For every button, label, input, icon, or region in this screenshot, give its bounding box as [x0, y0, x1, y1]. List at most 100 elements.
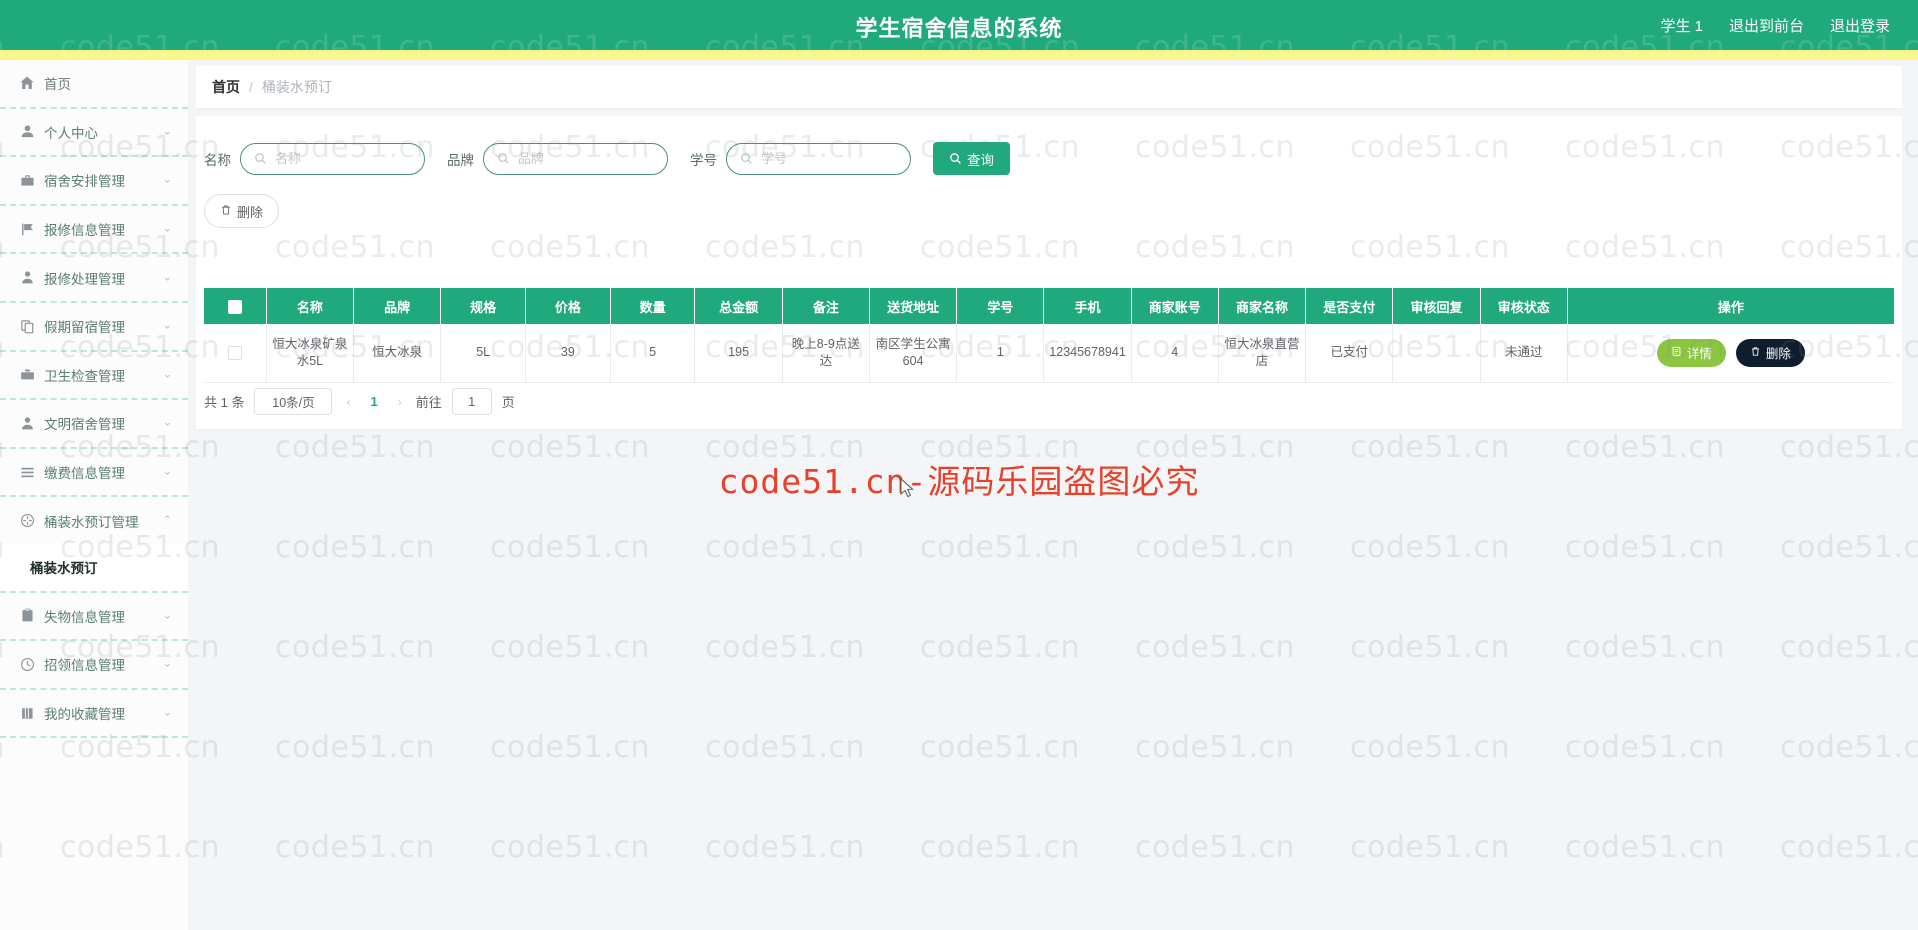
logout-link[interactable]: 退出登录: [1830, 15, 1890, 36]
sidebar-item-label: 首页: [44, 77, 71, 93]
search-input-student-id[interactable]: [759, 150, 898, 167]
filter-brand-box[interactable]: [483, 142, 668, 175]
sidebar-item-hygiene-check[interactable]: 卫生检查管理 ⌄: [0, 352, 188, 399]
prev-page-button[interactable]: ‹: [342, 395, 354, 409]
sidebar-item-holiday-stay[interactable]: 假期留宿管理 ⌄: [0, 303, 188, 350]
breadcrumb-current: 桶装水预订: [261, 79, 332, 95]
sidebar-item-label: 我的收藏管理: [44, 707, 125, 723]
home-icon: [18, 74, 36, 92]
next-page-button[interactable]: ›: [394, 395, 406, 409]
sidebar-item-home[interactable]: 首页: [0, 60, 188, 107]
sidebar-item-label: 文明宿舍管理: [44, 417, 125, 433]
sidebar-item-label: 宿舍安排管理: [44, 174, 125, 190]
search-input-brand[interactable]: [516, 150, 655, 167]
goto-label: 前往: [415, 395, 442, 410]
chevron-down-icon: ⌄: [162, 319, 172, 332]
sidebar-item-personal-center[interactable]: 个人中心 ⌄: [0, 109, 188, 156]
table-header-student-id: 学号: [956, 288, 1045, 324]
cell-student-id: 1: [956, 324, 1045, 383]
row-checkbox[interactable]: [227, 345, 242, 360]
list-icon: [18, 463, 36, 481]
cell-audit-reply: [1392, 324, 1481, 383]
search-icon: [739, 152, 753, 166]
cell-name: 恒大冰泉矿泉水5L: [266, 324, 355, 383]
table-header-total: 总金额: [694, 288, 783, 324]
chevron-down-icon: ⌄: [162, 657, 172, 670]
sidebar-item-lost-items[interactable]: 失物信息管理 ⌄: [0, 593, 188, 640]
person-filled-icon: [18, 414, 36, 432]
table-row: 恒大冰泉矿泉水5L 恒大冰泉 5L 39 5 195 晚上8-9点送达 南区学生…: [204, 324, 1894, 383]
sidebar-item-label: 报修信息管理: [44, 223, 125, 239]
sidebar-subitem-water-order[interactable]: 桶装水预订: [0, 543, 188, 591]
detail-button[interactable]: 详情: [1656, 338, 1726, 367]
page-size-select[interactable]: 10条/页: [254, 388, 333, 415]
exit-to-frontend-link[interactable]: 退出到前台: [1729, 15, 1804, 36]
table-header-select-all[interactable]: [204, 288, 267, 324]
copy-icon: [18, 317, 36, 335]
sidebar-divider: [0, 736, 188, 739]
cell-audit-status: 未通过: [1480, 324, 1568, 383]
header-user[interactable]: 学生 1: [1660, 15, 1703, 36]
page-title: 学生宿舍信息的系统: [855, 16, 1063, 41]
sidebar-item-water-order-management[interactable]: 桶装水预订管理 ⌃: [0, 497, 188, 544]
table-body: 恒大冰泉矿泉水5L 恒大冰泉 5L 39 5 195 晚上8-9点送达 南区学生…: [204, 324, 1894, 383]
goto-page-input[interactable]: 1: [451, 388, 492, 415]
data-table-wrapper: 名称 品牌 规格 价格 数量 总金额 备注 送货地址 学号 手机 商家账号 商家…: [204, 288, 1894, 383]
table-header-address: 送货地址: [869, 288, 958, 324]
person-icon: [18, 269, 36, 287]
data-table: 名称 品牌 规格 价格 数量 总金额 备注 送货地址 学号 手机 商家账号 商家…: [204, 288, 1894, 383]
filter-student-id-box[interactable]: [726, 142, 911, 175]
pagination: 共 1 条 10条/页 ‹ 1 › 前往 1 页: [204, 388, 515, 415]
sidebar-item-label: 假期留宿管理: [44, 320, 125, 336]
batch-delete-button[interactable]: 删除: [204, 194, 280, 228]
breadcrumb-home[interactable]: 首页: [212, 77, 240, 97]
sidebar-item-civilized-dorm[interactable]: 文明宿舍管理 ⌄: [0, 400, 188, 447]
cell-operation: 详情 删除: [1567, 324, 1894, 383]
filter-name-box[interactable]: [240, 142, 425, 175]
row-delete-button[interactable]: 删除: [1735, 338, 1805, 367]
sidebar-item-found-items[interactable]: 招领信息管理 ⌄: [0, 641, 188, 688]
clock-icon: [18, 655, 36, 673]
table-header-audit-reply: 审核回复: [1392, 288, 1481, 324]
filter-student-id: 学号: [690, 142, 911, 175]
query-button[interactable]: 查询: [933, 142, 1010, 175]
table-header-paid: 是否支付: [1305, 288, 1394, 324]
app-root: 学生宿舍信息的系统 学生 1 退出到前台 退出登录 首页 个人中心 ⌄ 宿舍安排…: [0, 0, 1918, 930]
sidebar-item-my-favorites[interactable]: 我的收藏管理 ⌄: [0, 690, 188, 737]
compass-icon: [18, 512, 36, 530]
sidebar: 首页 个人中心 ⌄ 宿舍安排管理 ⌄ 报修信息管理 ⌄ 报修处理管理 ⌄ 假期留…: [0, 60, 188, 930]
chevron-down-icon: ⌄: [162, 465, 172, 478]
table-header-remark: 备注: [782, 288, 870, 324]
row-delete-label: 删除: [1765, 347, 1791, 362]
chevron-down-icon: ⌄: [162, 271, 172, 284]
cell-phone: 12345678941: [1043, 324, 1132, 383]
trash-icon: [220, 204, 232, 219]
breadcrumb: 首页 / 桶装水预订: [196, 66, 1902, 108]
search-input-name[interactable]: [273, 150, 412, 167]
clipboard-icon: [18, 607, 36, 625]
chevron-down-icon: ⌄: [162, 416, 172, 429]
table-header-spec: 规格: [440, 288, 527, 324]
select-all-checkbox[interactable]: [227, 299, 242, 314]
chevron-down-icon: ⌄: [162, 609, 172, 622]
row-select-cell[interactable]: [204, 324, 267, 383]
table-header-price: 价格: [525, 288, 611, 324]
flag-icon: [18, 220, 36, 238]
page-unit-label: 页: [501, 395, 515, 410]
cell-spec: 5L: [440, 324, 527, 383]
trash-icon: [1750, 346, 1761, 360]
sidebar-item-dorm-arrangement[interactable]: 宿舍安排管理 ⌄: [0, 157, 188, 204]
sidebar-item-repair-info[interactable]: 报修信息管理 ⌄: [0, 206, 188, 253]
page-number-1[interactable]: 1: [364, 394, 383, 409]
sidebar-item-payment-info[interactable]: 缴费信息管理 ⌄: [0, 449, 188, 496]
sidebar-item-repair-handling[interactable]: 报修处理管理 ⌄: [0, 254, 188, 301]
app-header: 学生宿舍信息的系统 学生 1 退出到前台 退出登录: [0, 0, 1918, 50]
sidebar-item-label: 卫生检查管理: [44, 368, 125, 384]
sidebar-item-label: 报修处理管理: [44, 271, 125, 287]
search-filter-bar: 名称 品牌: [204, 142, 1010, 175]
cell-paid: 已支付: [1305, 324, 1394, 383]
row-actions: 详情 删除: [1572, 338, 1890, 367]
filter-name: 名称: [204, 142, 425, 175]
table-header-operation: 操作: [1567, 288, 1894, 324]
document-icon: [1671, 346, 1682, 360]
